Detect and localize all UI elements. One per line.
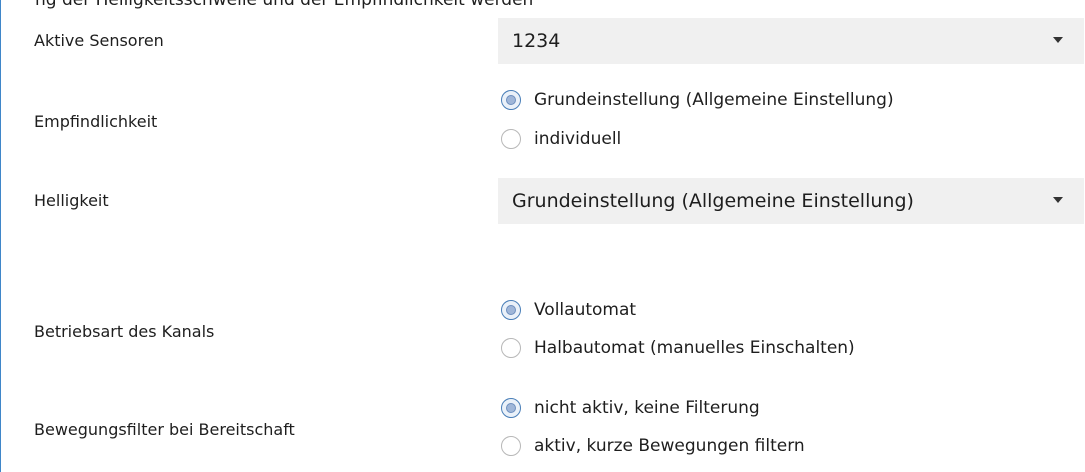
radio-label: nicht aktiv, keine Filterung (534, 398, 760, 418)
chevron-down-icon (1053, 37, 1063, 43)
empfindlichkeit-option-individuell[interactable]: individuell (501, 126, 621, 152)
aktive-sensoren-value: 1234 (512, 30, 561, 52)
aktive-sensoren-label: Aktive Sensoren (34, 31, 164, 50)
bewegungsfilter-option-nicht-aktiv[interactable]: nicht aktiv, keine Filterung (501, 395, 760, 421)
helligkeit-label: Helligkeit (34, 191, 109, 210)
empfindlichkeit-label: Empfindlichkeit (34, 112, 158, 131)
radio-unselected-icon[interactable] (501, 129, 521, 149)
chevron-down-icon (1053, 197, 1063, 203)
radio-selected-icon[interactable] (501, 90, 521, 110)
bewegungsfilter-label: Bewegungsfilter bei Bereitschaft (34, 420, 295, 439)
radio-label: Grundeinstellung (Allgemeine Einstellung… (534, 90, 894, 110)
radio-selected-icon[interactable] (501, 398, 521, 418)
radio-selected-icon[interactable] (501, 300, 521, 320)
radio-label: Halbautomat (manuelles Einschalten) (534, 338, 855, 358)
helligkeit-value: Grundeinstellung (Allgemeine Einstellung… (512, 190, 914, 212)
radio-label: individuell (534, 129, 622, 149)
radio-label: aktiv, kurze Bewegungen filtern (534, 436, 805, 456)
helligkeit-select[interactable]: Grundeinstellung (Allgemeine Einstellung… (498, 178, 1084, 224)
betriebsart-option-halbautomat[interactable]: Halbautomat (manuelles Einschalten) (501, 335, 855, 361)
radio-unselected-icon[interactable] (501, 436, 521, 456)
page-caption: ng der Helligkeitsschwelle und der Empfi… (35, 0, 534, 10)
radio-label: Vollautomat (534, 300, 637, 320)
betriebsart-option-vollautomat[interactable]: Vollautomat (501, 297, 636, 323)
bewegungsfilter-option-aktiv[interactable]: aktiv, kurze Bewegungen filtern (501, 433, 805, 459)
aktive-sensoren-select[interactable]: 1234 (498, 18, 1084, 64)
betriebsart-label: Betriebsart des Kanals (34, 322, 215, 341)
settings-panel: ng der Helligkeitsschwelle und der Empfi… (0, 0, 1085, 472)
radio-unselected-icon[interactable] (501, 338, 521, 358)
empfindlichkeit-option-grundeinstellung[interactable]: Grundeinstellung (Allgemeine Einstellung… (501, 87, 894, 113)
